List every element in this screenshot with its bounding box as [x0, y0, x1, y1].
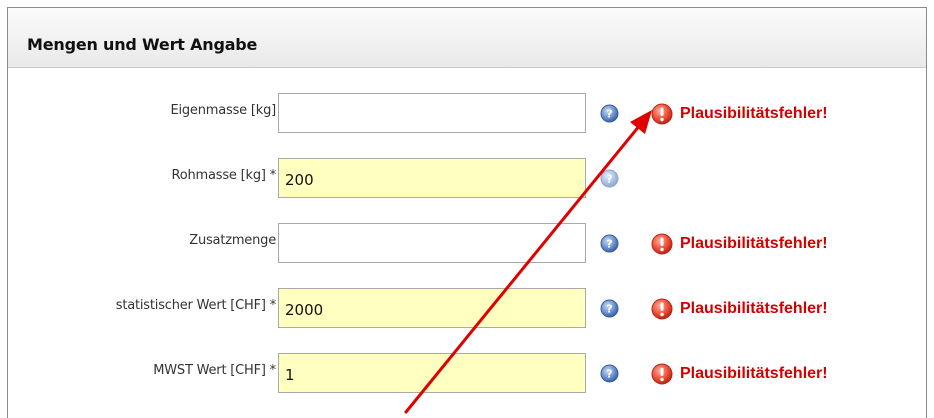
svg-text:?: ? — [606, 238, 612, 251]
mwst-wert-input[interactable]: 1 — [278, 353, 586, 393]
panel-title: Mengen und Wert Angabe — [27, 35, 258, 54]
rohmasse-input[interactable]: 200 — [278, 158, 586, 198]
error-icon — [651, 233, 673, 255]
eigenmasse-input[interactable] — [278, 93, 586, 133]
error-message: Plausibilitätsfehler! — [680, 235, 828, 252]
eigenmasse-label: Eigenmasse [kg] — [170, 103, 276, 118]
form-row-zusatzmenge: Zusatzmenge ? Plausibilitätsfehler! — [8, 223, 928, 263]
rohmasse-label: Rohmasse [kg] * — [171, 168, 276, 183]
error-icon — [651, 298, 673, 320]
help-icon[interactable]: ? — [600, 104, 619, 123]
quantity-value-panel: Mengen und Wert Angabe Eigenmasse [kg] ?… — [7, 7, 927, 418]
mwst-wert-label: MWST Wert [CHF] * — [153, 363, 276, 378]
statistischer-wert-input[interactable]: 2000 — [278, 288, 586, 328]
form-row-mwst-wert: MWST Wert [CHF] * 1 ? Plausibilitätsfehl… — [8, 353, 928, 393]
form-row-eigenmasse: Eigenmasse [kg] ? Plausibilitätsfehler! — [8, 93, 928, 133]
zusatzmenge-label: Zusatzmenge — [189, 233, 276, 248]
statistischer-wert-label: statistischer Wert [CHF] * — [115, 298, 276, 313]
help-icon[interactable]: ? — [600, 364, 619, 383]
svg-text:?: ? — [606, 368, 612, 381]
zusatzmenge-input[interactable] — [278, 223, 586, 263]
error-message: Plausibilitätsfehler! — [680, 300, 828, 317]
form-row-rohmasse: Rohmasse [kg] * 200 ? — [8, 158, 928, 198]
panel-header: Mengen und Wert Angabe — [8, 8, 926, 68]
svg-text:?: ? — [606, 173, 612, 186]
form-row-statistischer-wert: statistischer Wert [CHF] * 2000 ? Plausi… — [8, 288, 928, 328]
help-icon[interactable]: ? — [600, 299, 619, 318]
error-icon — [651, 103, 673, 125]
svg-text:?: ? — [606, 108, 612, 121]
error-message: Plausibilitätsfehler! — [680, 105, 828, 122]
help-icon[interactable]: ? — [600, 234, 619, 253]
error-icon — [651, 363, 673, 385]
svg-text:?: ? — [606, 303, 612, 316]
help-icon[interactable]: ? — [600, 169, 619, 188]
error-message: Plausibilitätsfehler! — [680, 365, 828, 382]
